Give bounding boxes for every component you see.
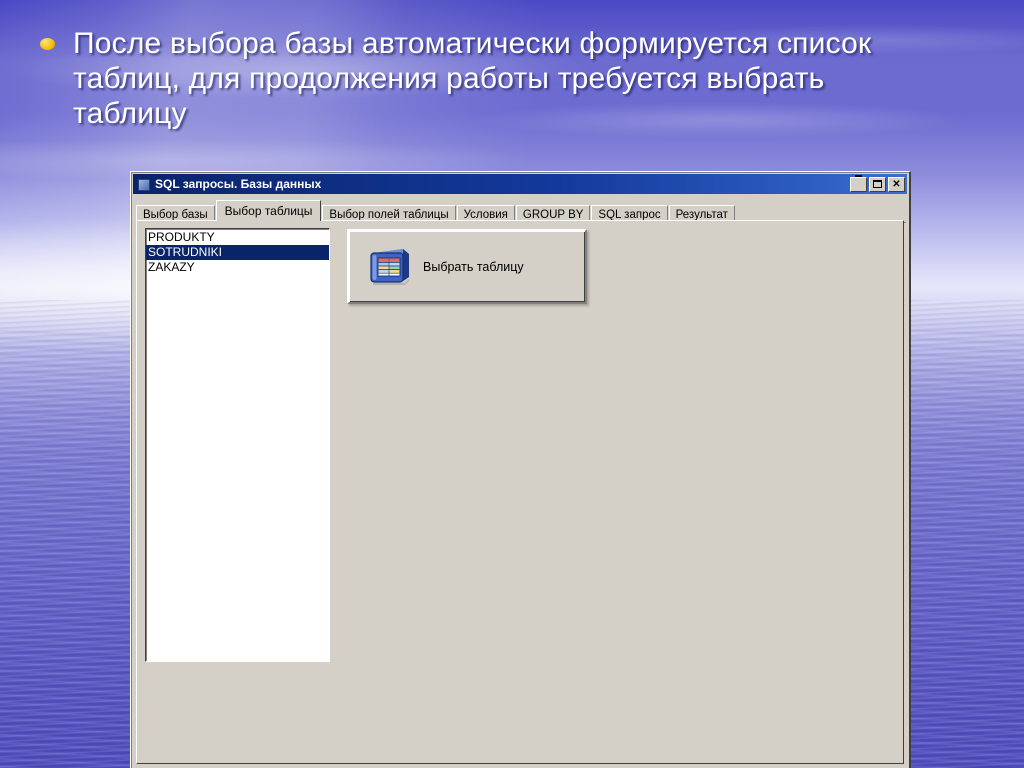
list-item[interactable]: ZAKAZY (146, 260, 329, 275)
minimize-button[interactable] (850, 174, 867, 192)
tab-page-vybor-tablicy: PRODUKTY SOTRUDNIKI ZAKAZY Выбрать табли… (136, 220, 904, 764)
tab-vybor-tablicy[interactable]: Выбор таблицы (215, 200, 322, 221)
tab-strip: Выбор базы Выбор таблицы Выбор полей таб… (136, 199, 906, 223)
app-icon (136, 177, 150, 191)
tables-listbox[interactable]: PRODUKTY SOTRUDNIKI ZAKAZY (145, 228, 330, 662)
presentation-slide: После выбора базы автоматически формируе… (0, 0, 1024, 768)
close-icon: ✕ (892, 178, 901, 190)
list-item[interactable]: PRODUKTY (146, 230, 329, 245)
maximize-button[interactable] (869, 176, 886, 192)
list-item[interactable]: SOTRUDNIKI (146, 245, 329, 260)
table-3d-icon (367, 247, 411, 287)
bullet-dot-icon (40, 38, 55, 50)
slide-bullet-block: После выбора базы автоматически формируе… (40, 26, 940, 131)
close-button[interactable]: ✕ (888, 176, 905, 192)
application-window: SQL запросы. Базы данных ✕ Выбор базы Вы… (130, 171, 911, 768)
window-titlebar[interactable]: SQL запросы. Базы данных ✕ (133, 174, 907, 194)
select-table-button-label: Выбрать таблицу (423, 259, 524, 274)
window-title: SQL запросы. Базы данных (155, 177, 322, 191)
slide-bullet-text: После выбора базы автоматически формируе… (73, 27, 872, 130)
select-table-button[interactable]: Выбрать таблицу (347, 229, 587, 304)
